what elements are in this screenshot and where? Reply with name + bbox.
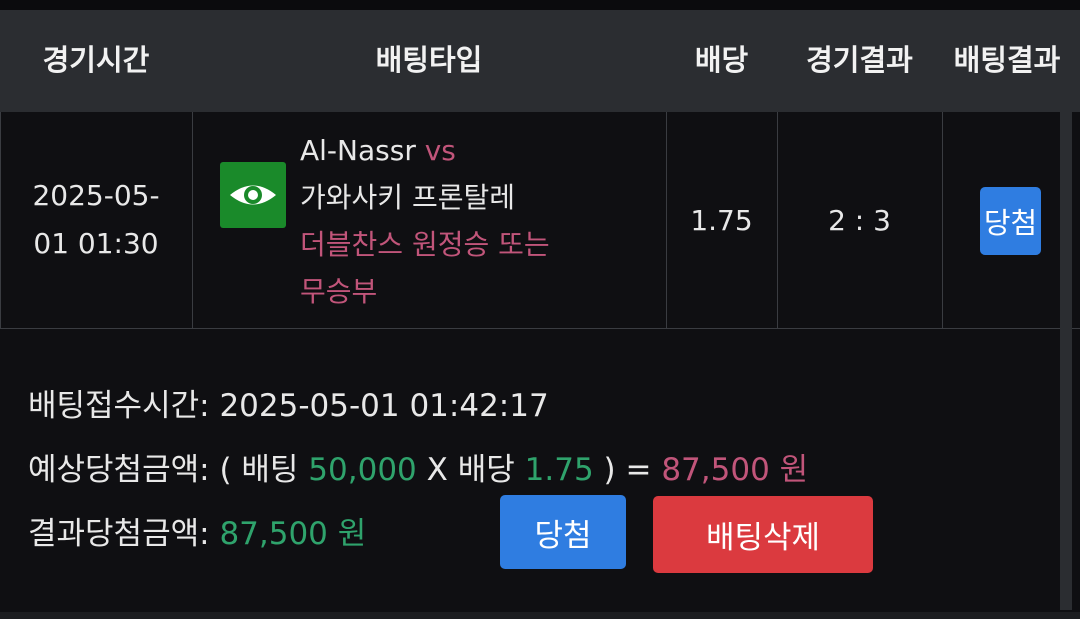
divider (192, 112, 193, 329)
header-game-result: 경기결과 (806, 43, 913, 77)
eye-icon[interactable] (220, 162, 286, 228)
expected-open: ( 배팅 (219, 452, 299, 488)
expected-stake: 50,000 (308, 452, 417, 488)
expected-odds: 1.75 (524, 452, 594, 488)
home-team: Al-Nassr (300, 134, 416, 167)
game-result-cell: 2 : 3 (828, 203, 891, 237)
result-amount-line: 결과당첨금액: 87,500 원 (28, 508, 366, 553)
win-button[interactable]: 당첨 (500, 495, 626, 569)
expected-x-odds: X 배당 (426, 452, 515, 488)
scrollbar[interactable] (1060, 10, 1072, 610)
table-header: 경기시간 배팅타입 배당 경기결과 배팅결과 (0, 10, 1080, 112)
received-time-value: 2025-05-01 01:42:17 (219, 388, 549, 424)
bet-type-cell: Al-Nassr vs 가와사키 프론탈레 더블찬스 원정승 또는 무승부 (300, 127, 660, 315)
divider (0, 328, 1080, 329)
expected-amount-label: 예상당첨금액: (28, 452, 210, 488)
bottom-border (0, 612, 1080, 619)
header-bet-result: 배팅결과 (953, 43, 1061, 77)
received-time-label: 배팅접수시간: (28, 388, 210, 424)
expected-amount-value: 87,500 원 (661, 452, 809, 488)
odds-cell: 1.75 (690, 203, 753, 237)
pick-line-1: 더블찬스 원정승 또는 (300, 228, 550, 261)
expected-amount-line: 예상당첨금액: ( 배팅 50,000 X 배당 1.75 ) = 87,500… (28, 444, 808, 489)
header-odds: 배당 (694, 43, 749, 77)
header-bet-type: 배팅타입 (375, 43, 483, 77)
pick-line-2: 무승부 (300, 275, 378, 308)
away-team: 가와사키 프론탈레 (300, 181, 515, 214)
header-game-time: 경기시간 (42, 43, 150, 77)
game-time-date: 2025-05- (32, 179, 160, 212)
delete-bet-button[interactable]: 배팅삭제 (653, 496, 873, 573)
received-time-line: 배팅접수시간: 2025-05-01 01:42:17 (28, 380, 549, 425)
bet-result-badge: 당첨 (980, 187, 1041, 255)
vs-label: vs (424, 134, 456, 167)
top-strip (0, 0, 1080, 10)
result-amount-label: 결과당첨금액: (28, 516, 210, 552)
match-line: Al-Nassr vs (300, 127, 660, 174)
divider (942, 112, 943, 329)
result-amount-value: 87,500 원 (219, 516, 367, 552)
game-time-cell: 2025-05- 01 01:30 (0, 112, 192, 328)
expected-close: ) = (603, 452, 652, 488)
game-time-clock: 01 01:30 (33, 227, 159, 260)
